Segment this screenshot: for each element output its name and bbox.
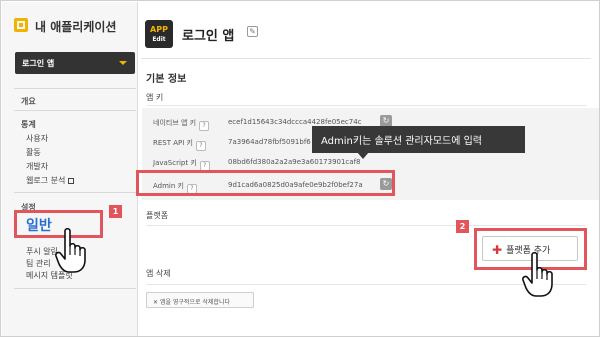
chevron-down-icon [119,61,127,65]
sidebar-item-developers[interactable]: 개발자 [26,161,48,172]
sidebar-item-label: 웹로그 분석 [26,176,66,185]
section-title: 기본 정보 [146,74,187,85]
step-badge-1: 1 [109,205,122,218]
help-icon[interactable]: ? [195,141,206,151]
app-icon-text: APP [150,25,168,34]
delete-title: 앱 삭제 [146,269,171,278]
key-label: 네이티브 앱 키? [153,118,210,131]
sidebar-item-overview[interactable]: 개요 [21,96,36,107]
app-keys-title: 앱 키 [146,93,164,102]
divider [14,88,136,89]
divider [146,284,586,285]
help-icon[interactable]: ? [199,121,210,131]
divider [146,105,586,106]
close-icon: ✕ [153,299,160,306]
key-label-text: JavaScript 키 [153,159,197,167]
key-label-text: REST API 키 [153,139,193,147]
hand-cursor-icon [522,252,553,297]
sidebar-item-team[interactable]: 팀 관리 [26,258,51,269]
sidebar-item-weblog[interactable]: 웹로그 분석 [26,175,75,186]
sidebar-item-push[interactable]: 푸시 알림 [26,246,58,257]
app-selector-value: 로그인 앱 [22,59,55,68]
divider [14,192,136,193]
sidebar: 내 애플리케이션 로그인 앱 개요 통계 사용자 활동 개발자 웹로그 분석 설… [2,2,138,336]
app-icon[interactable]: APP Edit [145,20,173,48]
divider [141,58,591,59]
key-value: 08bd6fd380a2a2a9e3a60173901caf8 [228,158,361,166]
sidebar-heading-stats: 통계 [21,120,36,129]
sidebar-item-users[interactable]: 사용자 [26,133,48,144]
key-value: ecef1d15643c34dccca4428fe05ec74c [228,118,362,126]
external-link-icon [68,178,75,184]
app-logo-icon [14,18,28,32]
page-title: 로그인 앱 [182,29,235,44]
tooltip: Admin키는 솔루션 관리자모드에 입력 [312,126,525,153]
key-label: REST API 키? [153,138,206,151]
platform-title: 플랫폼 [146,211,169,220]
key-label-text: 네이티브 앱 키 [153,119,197,127]
divider [14,110,136,111]
hand-cursor-icon [55,228,86,273]
delete-app-label: 앱을 영구적으로 삭제합니다 [159,299,230,306]
admin-key-highlight [136,170,395,196]
key-row-javascript: JavaScript 키? 08bd6fd380a2a2a9e3a6017390… [142,152,542,172]
app-selector[interactable]: 로그인 앱 [15,52,135,74]
app-icon-edit: Edit [152,36,166,43]
delete-app-button[interactable]: ✕ 앱을 영구적으로 삭제합니다 [146,292,254,308]
sidebar-title[interactable]: 내 애플리케이션 [35,18,116,35]
app-window: 내 애플리케이션 로그인 앱 개요 통계 사용자 활동 개발자 웹로그 분석 설… [0,0,600,337]
divider [14,288,136,289]
step-badge-2: 2 [456,220,469,233]
tooltip-arrow [357,152,369,159]
sidebar-item-activity[interactable]: 활동 [26,147,41,158]
pencil-icon[interactable]: ✎ [247,26,258,37]
key-value: 7a3964ad78fbf5091bf6 [228,138,311,146]
divider [146,225,586,226]
